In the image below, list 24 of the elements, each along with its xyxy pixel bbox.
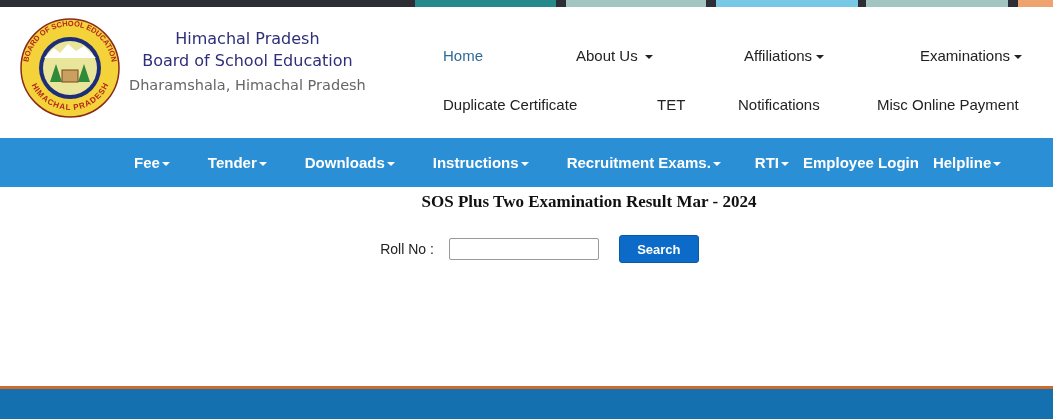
nav-link[interactable]: TET: [657, 96, 738, 113]
nav-link[interactable]: Duplicate Certificate: [443, 96, 657, 113]
menu-link[interactable]: Instructions: [432, 154, 529, 171]
nav-link[interactable]: Misc Online Payment: [877, 96, 1019, 113]
site-title: Board of School Education: [141, 50, 354, 72]
menu-link[interactable]: Helpline: [932, 154, 1002, 171]
color-band: [1018, 0, 1053, 7]
menu-link[interactable]: Downloads: [304, 154, 395, 171]
site-subtitle: Dharamshala, Himachal Pradesh: [129, 76, 366, 95]
menu-link[interactable]: Employee Login: [803, 154, 919, 171]
menu-link[interactable]: Recruitment Exams.: [566, 154, 721, 171]
nav-link[interactable]: Affiliations: [744, 47, 920, 64]
nav-link[interactable]: About Us: [576, 47, 744, 64]
roll-no-label: Roll No :: [380, 241, 434, 257]
roll-no-input[interactable]: [448, 238, 599, 260]
menu-link[interactable]: Fee: [134, 154, 170, 171]
search-button[interactable]: Search: [618, 235, 699, 263]
site-title: Himachal Pradesh: [174, 28, 321, 50]
nav-link[interactable]: Notifications: [738, 96, 877, 113]
nav-link[interactable]: Examinations: [920, 47, 1023, 64]
nav-link[interactable]: Home: [443, 47, 576, 64]
result-title: SOS Plus Two Examination Result Mar - 2024: [421, 192, 757, 212]
menu-link[interactable]: RTI: [754, 154, 790, 171]
menu-link[interactable]: Tender: [207, 154, 267, 171]
